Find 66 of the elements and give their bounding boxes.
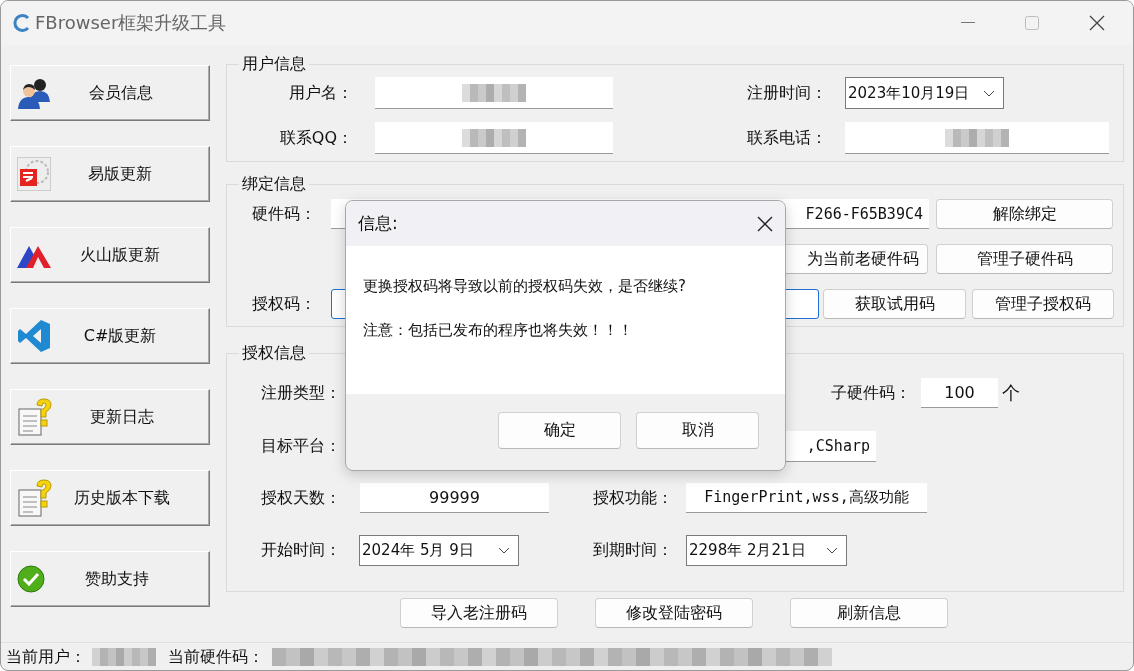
date-picker[interactable]: 2298年 2月21日 xyxy=(686,535,847,566)
text-field[interactable] xyxy=(375,122,613,154)
field-label: 联系电话： xyxy=(746,127,827,149)
redacted-value xyxy=(945,128,1009,147)
sidebar-button[interactable]: 火山版更新 xyxy=(10,227,210,283)
dialog-title: 信息: xyxy=(358,212,398,235)
sidebar-button[interactable]: C#版更新 xyxy=(10,308,210,364)
app-logo-icon xyxy=(13,14,31,32)
dialog-button[interactable]: 确定 xyxy=(498,411,621,449)
users-icon xyxy=(17,76,53,110)
field-label: 开始时间： xyxy=(260,540,341,561)
dialog-message: 注意：包括已发布的程序也将失效！！！ xyxy=(363,320,634,340)
field-label: 到期时间： xyxy=(592,540,673,561)
action-button[interactable]: 导入老注册码 xyxy=(400,598,558,628)
text-field[interactable]: 99999 xyxy=(360,483,549,513)
field-label: 注册时间： xyxy=(746,82,827,104)
group-title: 授权信息 xyxy=(241,343,307,363)
document-question-icon xyxy=(17,397,55,437)
sidebar-button[interactable]: 赞助支持 xyxy=(10,551,210,607)
text-field[interactable]: FingerPrint,wss,高级功能 xyxy=(686,483,927,513)
close-icon[interactable] xyxy=(757,215,773,232)
text-field[interactable] xyxy=(845,122,1109,154)
sidebar-button[interactable]: 历史版本下载 xyxy=(10,470,210,526)
chevron-down-icon xyxy=(983,89,995,97)
app-icon xyxy=(17,157,51,191)
group-title: 用户信息 xyxy=(241,54,307,74)
maximize-icon[interactable] xyxy=(1025,16,1039,30)
field-label: 授权天数： xyxy=(260,487,341,509)
redacted-value xyxy=(92,648,156,666)
action-button[interactable]: 刷新信息 xyxy=(790,598,948,628)
code-editor-icon xyxy=(17,319,51,353)
manage-sub-hardware-button[interactable]: 管理子硬件码 xyxy=(936,244,1113,274)
field-label: 用户名： xyxy=(288,82,353,104)
chevron-down-icon xyxy=(826,547,838,554)
window-title: FBrowser框架升级工具 xyxy=(35,11,227,35)
status-label: 当前硬件码： xyxy=(168,646,264,668)
dialog-button[interactable]: 取消 xyxy=(636,411,759,449)
minimize-icon[interactable] xyxy=(961,22,975,24)
text-field[interactable] xyxy=(375,77,613,109)
dialog-message: 更换授权码将导致以前的授权码失效，是否继续? xyxy=(363,276,687,296)
field-label: 子硬件码： xyxy=(831,382,911,404)
sidebar-button[interactable]: 会员信息 xyxy=(10,65,210,121)
sidebar-button[interactable]: 更新日志 xyxy=(10,389,210,445)
unbind-button[interactable]: 解除绑定 xyxy=(936,199,1113,229)
field-label: 授权码： xyxy=(251,293,316,315)
redacted-value xyxy=(462,83,526,102)
checkmark-icon xyxy=(17,565,45,593)
manage-sub-license-button[interactable]: 管理子授权码 xyxy=(972,289,1114,319)
field-label: 授权功能： xyxy=(592,487,673,509)
unit-label: 个 xyxy=(1002,381,1020,405)
field-label: 联系QQ： xyxy=(278,127,353,149)
sidebar-button[interactable]: 易版更新 xyxy=(10,146,210,202)
field-label: 硬件码： xyxy=(251,203,316,225)
status-label: 当前用户： xyxy=(6,646,86,668)
redacted-value xyxy=(462,128,526,147)
text-field[interactable]: 100 xyxy=(921,378,998,408)
close-icon[interactable] xyxy=(1089,15,1105,31)
group-title: 绑定信息 xyxy=(241,174,307,194)
trial-code-button[interactable]: 获取试用码 xyxy=(823,289,966,319)
date-picker[interactable]: 2024年 5月 9日 xyxy=(359,535,519,566)
document-question-icon xyxy=(17,478,55,518)
chevron-down-icon xyxy=(498,547,510,554)
field-label: 注册类型： xyxy=(260,382,341,404)
date-picker[interactable]: 2023年10月19日 xyxy=(845,77,1004,109)
field-label: 目标平台： xyxy=(260,436,341,457)
action-button[interactable]: 修改登陆密码 xyxy=(595,598,753,628)
